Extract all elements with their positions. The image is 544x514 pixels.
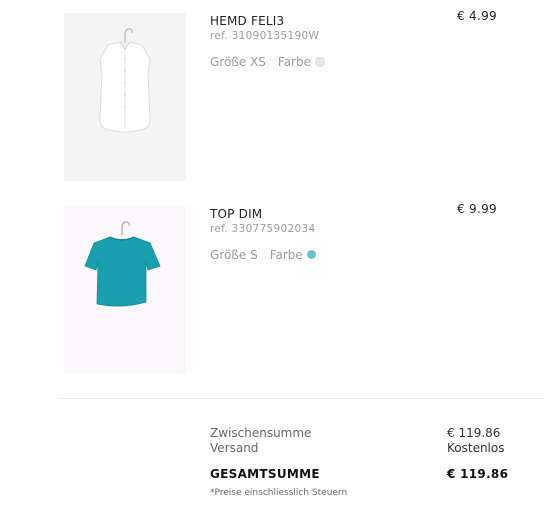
shipping-label: Versand xyxy=(210,441,259,455)
subtotal-value: € 119.86 xyxy=(447,426,501,440)
product-ref: ref. 31090135190W xyxy=(210,30,320,42)
product-image-hemd[interactable] xyxy=(64,13,186,181)
product-attributes: Größe S Farbe xyxy=(210,248,316,262)
total-value: € 119.86 xyxy=(447,467,509,481)
total-label: GESAMTSUMME xyxy=(210,467,320,481)
color-swatch xyxy=(306,250,316,259)
white-shirt-icon xyxy=(99,28,151,133)
product-name[interactable]: HEMD FELI3 xyxy=(210,14,284,28)
divider xyxy=(60,398,544,399)
color-swatch xyxy=(315,56,325,67)
tax-note: *Preise einschliesslich Steuern xyxy=(210,488,348,498)
teal-top-icon xyxy=(84,221,161,307)
product-attributes: Größe XS Farbe xyxy=(210,55,325,69)
size-label: Größe S xyxy=(210,248,258,262)
subtotal-label: Zwischensumme xyxy=(210,426,312,440)
shipping-value: Kostenlos xyxy=(447,441,505,455)
product-name[interactable]: TOP DIM xyxy=(210,207,262,221)
color-label: Farbe xyxy=(269,248,303,262)
product-price: € 9.99 xyxy=(457,202,497,216)
product-ref: ref. 330775902034 xyxy=(210,223,316,235)
color-label: Farbe xyxy=(277,55,311,69)
product-price: € 4.99 xyxy=(457,9,497,23)
product-image-top[interactable] xyxy=(64,206,186,374)
size-label: Größe XS xyxy=(210,55,266,69)
